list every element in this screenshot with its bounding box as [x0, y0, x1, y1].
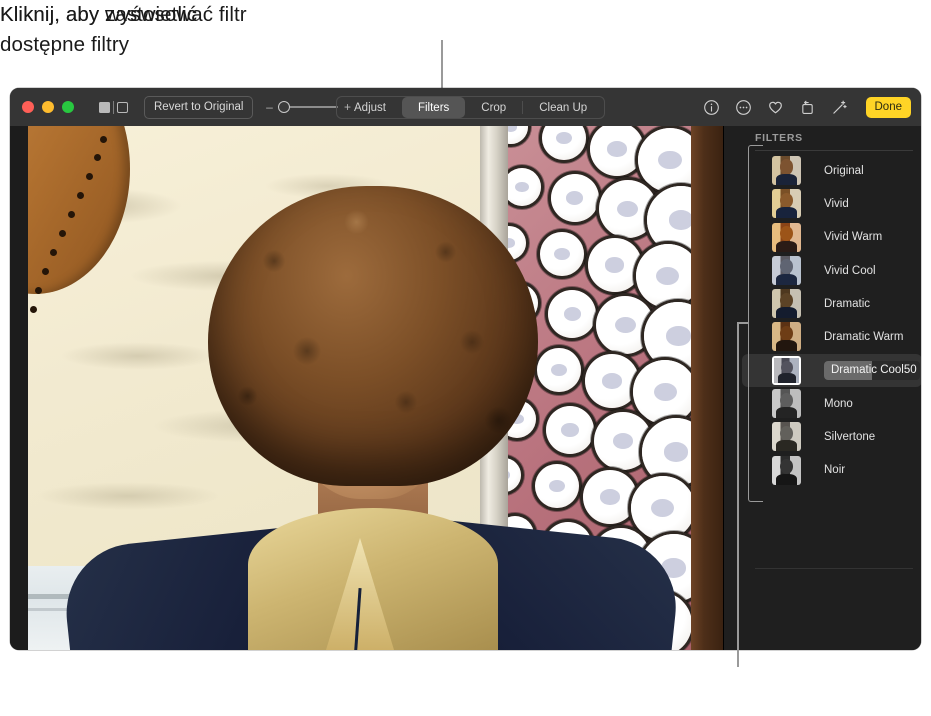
photo-plate: [635, 244, 700, 308]
filter-name-label: Vivid Cool: [824, 264, 876, 277]
photo-wooden-edge: [691, 126, 723, 650]
filter-name-label: Dramatic Warm: [824, 331, 904, 344]
filter-name-label: Original: [824, 164, 864, 177]
filter-name-label: Silvertone: [824, 431, 876, 444]
filters-panel-title: FILTERS: [755, 132, 803, 144]
zoom-slider-track[interactable]: [278, 101, 339, 113]
window-traffic-lights: [22, 101, 74, 113]
photo-plate: [590, 126, 644, 176]
filter-thumbnail: [772, 455, 801, 485]
photo-plate: [548, 290, 597, 338]
filters-list-bracket: [748, 145, 763, 502]
filter-name-label: Dramatic Cool: [831, 364, 904, 377]
tab-filters[interactable]: Filters: [401, 97, 466, 118]
edited-photo-image: [28, 126, 723, 650]
favorite-heart-icon[interactable]: [767, 99, 784, 116]
zoom-slider-knob[interactable]: [278, 101, 291, 113]
filter-thumbnail: [772, 189, 801, 219]
photos-editor-window: Revert to Original – + Adjust Filters Cr…: [10, 88, 921, 650]
toggle-divider: [113, 100, 114, 114]
callout-bottom-leader-line: [737, 322, 739, 667]
filter-row-vivid-cool[interactable]: Vivid Cool: [742, 254, 921, 287]
photo-plate: [508, 126, 528, 144]
view-mode-toggle[interactable]: [99, 100, 128, 114]
filter-name-label: Vivid: [824, 197, 849, 210]
photo-plate: [534, 464, 579, 508]
filters-panel-divider: [755, 150, 913, 151]
filter-name-label: Dramatic: [824, 297, 871, 310]
callout-bottom-text: Kliknij, aby zastosować filtr: [0, 3, 247, 26]
single-view-icon: [99, 101, 110, 113]
zoom-out-icon[interactable]: –: [265, 101, 273, 113]
done-button[interactable]: Done: [865, 96, 911, 118]
info-icon[interactable]: [703, 99, 720, 116]
filter-intensity-slider[interactable]: Dramatic Cool 50: [824, 360, 920, 380]
filter-row-original[interactable]: Original: [742, 154, 921, 187]
compare-view-icon: [117, 101, 128, 113]
minimize-window-button[interactable]: [42, 101, 54, 113]
rotate-icon[interactable]: [799, 99, 816, 116]
toolbar-right-icons: Done: [703, 88, 911, 126]
filter-name-label: Mono: [824, 397, 853, 410]
photo-plate: [582, 470, 637, 524]
filter-row-dramatic-cool[interactable]: Dramatic Cool 50: [742, 353, 921, 388]
filter-thumbnail: [772, 255, 801, 285]
filters-bottom-divider: [755, 568, 913, 569]
filter-row-noir[interactable]: Noir: [742, 454, 921, 487]
photo-plate: [633, 360, 698, 424]
photo-plate: [585, 354, 640, 408]
filter-thumbnail: [772, 289, 801, 319]
editor-toolbar: Revert to Original – + Adjust Filters Cr…: [10, 88, 921, 126]
revert-to-original-button[interactable]: Revert to Original: [144, 95, 254, 119]
photo-plate: [630, 476, 695, 540]
tab-crop[interactable]: Crop: [465, 97, 522, 118]
filter-thumbnail: [772, 389, 801, 419]
photo-plate: [537, 348, 582, 392]
tab-adjust[interactable]: Adjust: [338, 97, 402, 118]
photo-subject-person: [59, 186, 683, 650]
auto-enhance-icon[interactable]: [831, 99, 848, 116]
filter-name-label: Vivid Warm: [824, 231, 883, 244]
photo-plate: [542, 126, 586, 160]
photo-canvas[interactable]: [10, 126, 723, 650]
filter-thumbnail: [772, 355, 801, 385]
filter-intensity-value: 50: [903, 364, 917, 377]
filter-row-dramatic-warm[interactable]: Dramatic Warm: [742, 320, 921, 353]
bracket-leader-line: [737, 322, 749, 324]
filter-thumbnail: [772, 422, 801, 452]
filter-name-label: Noir: [824, 464, 846, 477]
filter-row-vivid-warm[interactable]: Vivid Warm: [742, 221, 921, 254]
filter-row-vivid[interactable]: Vivid: [742, 187, 921, 220]
filter-row-dramatic[interactable]: Dramatic: [742, 287, 921, 320]
photo-plate: [587, 238, 642, 292]
filter-row-silvertone[interactable]: Silvertone: [742, 420, 921, 453]
close-window-button[interactable]: [22, 101, 34, 113]
filters-list: Original Vivid Vivid Warm Vivid Cool Dramati…: [742, 154, 921, 534]
tab-clean-up[interactable]: Clean Up: [523, 97, 603, 118]
zoom-window-button[interactable]: [62, 101, 74, 113]
curly-hair: [208, 186, 538, 486]
filter-thumbnail: [772, 156, 801, 185]
photo-plate: [546, 406, 594, 454]
photo-plate: [550, 174, 599, 222]
photo-plate: [539, 232, 584, 276]
filter-row-mono[interactable]: Mono: [742, 387, 921, 420]
filter-thumbnail: [772, 222, 801, 252]
edit-mode-segmented-control: Adjust Filters Crop Clean Up: [336, 96, 606, 119]
more-options-icon[interactable]: [735, 99, 752, 116]
filter-thumbnail: [772, 322, 801, 352]
